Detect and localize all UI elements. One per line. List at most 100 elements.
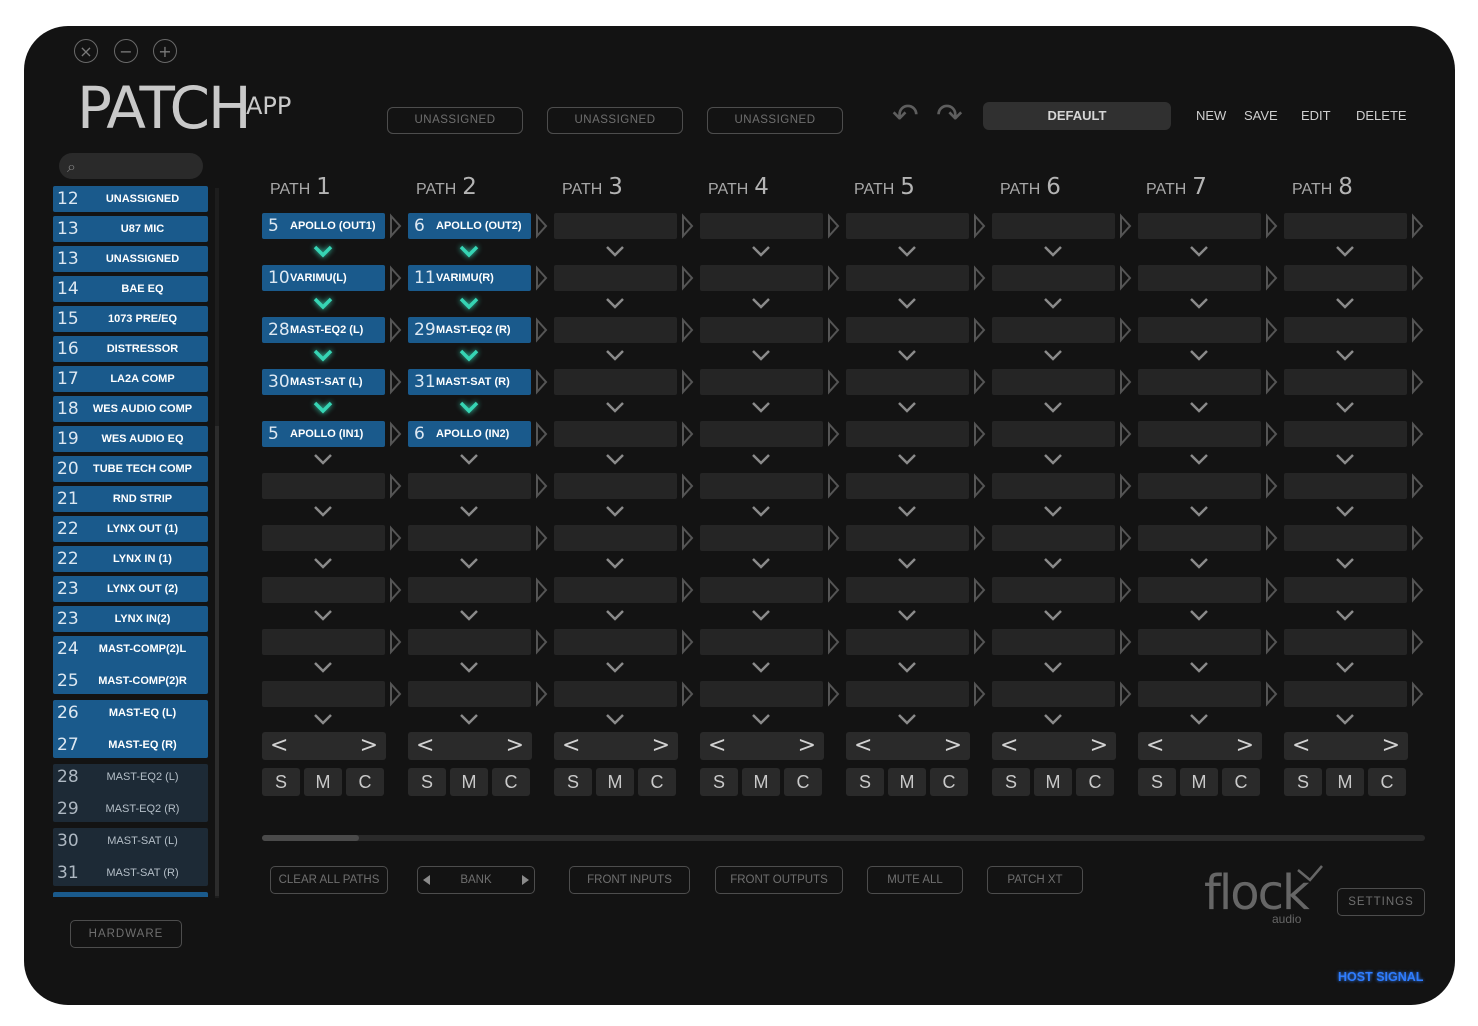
chevron-down-icon[interactable] [604,452,626,466]
edit-button[interactable]: EDIT [1301,108,1331,123]
chevron-down-icon[interactable] [1334,348,1356,362]
path-slot[interactable] [1138,421,1261,447]
chevron-down-icon[interactable] [1042,712,1064,726]
chevron-down-icon[interactable] [312,712,334,726]
chevron-down-icon[interactable] [1334,660,1356,674]
solo-button[interactable]: S [1284,768,1322,796]
path-slot[interactable] [700,317,823,343]
path-prev-button[interactable]: < [270,732,288,760]
sidebar-item[interactable]: 20 TUBE TECH COMP [53,456,208,482]
path-slot[interactable] [554,681,677,707]
sidebar-item[interactable]: 23 LYNX OUT (2) [53,576,208,602]
sidebar-item[interactable]: 24 MAST-COMP(2)L [53,636,208,662]
chevron-down-icon[interactable] [458,556,480,570]
path-slot[interactable] [992,473,1115,499]
path-slot[interactable]: 11 VARIMU(R) [408,265,531,291]
delete-button[interactable]: DELETE [1356,108,1407,123]
path-slot[interactable] [846,473,969,499]
chevron-down-icon[interactable] [604,244,626,258]
path-slot[interactable] [262,629,385,655]
maximize-icon[interactable]: + [153,39,177,63]
sidebar-item[interactable]: 30 MAST-SAT (L) [53,828,208,854]
chevron-down-icon[interactable] [1334,504,1356,518]
chevron-down-icon[interactable] [1188,660,1210,674]
path-slot[interactable] [1284,265,1407,291]
chevron-down-icon[interactable] [1334,244,1356,258]
path-slot[interactable]: 28 MAST-EQ2 (L) [262,317,385,343]
path-slot[interactable] [554,577,677,603]
path-slot[interactable] [700,421,823,447]
chevron-down-icon[interactable] [896,244,918,258]
preset-selector[interactable]: DEFAULT [983,102,1171,130]
chevron-down-icon[interactable] [1334,296,1356,310]
path-slot[interactable]: 5 APOLLO (IN1) [262,421,385,447]
clear-all-paths-button[interactable]: CLEAR ALL PATHS [270,866,388,894]
unassigned-button-3[interactable]: UNASSIGNED [707,107,843,134]
mute-button[interactable]: M [1034,768,1072,796]
chevron-down-icon[interactable] [604,296,626,310]
bank-next-icon[interactable] [522,875,529,885]
path-slot[interactable] [992,421,1115,447]
mute-button[interactable]: M [742,768,780,796]
path-slot[interactable] [992,629,1115,655]
clear-button[interactable]: C [930,768,968,796]
chevron-down-icon[interactable] [1188,712,1210,726]
settings-button[interactable]: SETTINGS [1337,888,1425,916]
undo-icon[interactable]: ↶ [892,96,919,134]
chevron-down-icon[interactable] [896,400,918,414]
path-slot[interactable] [1138,369,1261,395]
path-next-button[interactable]: > [944,732,962,760]
chevron-down-icon[interactable] [1334,712,1356,726]
clear-button[interactable]: C [784,768,822,796]
solo-button[interactable]: S [554,768,592,796]
chevron-down-icon[interactable] [1042,556,1064,570]
unassigned-button-2[interactable]: UNASSIGNED [547,107,683,134]
path-slot[interactable] [846,317,969,343]
chevron-down-icon[interactable] [896,452,918,466]
chevron-down-icon[interactable] [312,244,334,258]
chevron-down-icon[interactable] [750,608,772,622]
front-inputs-button[interactable]: FRONT INPUTS [569,866,690,894]
chevron-down-icon[interactable] [312,452,334,466]
chevron-down-icon[interactable] [604,348,626,362]
path-slot[interactable] [1284,317,1407,343]
path-slot[interactable] [846,213,969,239]
solo-button[interactable]: S [1138,768,1176,796]
path-slot[interactable] [700,369,823,395]
chevron-down-icon[interactable] [1042,348,1064,362]
bank-selector[interactable]: BANK [417,866,535,894]
path-prev-button[interactable]: < [1146,732,1164,760]
clear-button[interactable]: C [1368,768,1406,796]
chevron-down-icon[interactable] [1042,660,1064,674]
chevron-down-icon[interactable] [458,400,480,414]
chevron-down-icon[interactable] [458,348,480,362]
mute-button[interactable]: M [1326,768,1364,796]
chevron-down-icon[interactable] [312,504,334,518]
path-next-button[interactable]: > [652,732,670,760]
path-slot[interactable] [992,213,1115,239]
minimize-icon[interactable]: − [114,39,138,63]
path-slot[interactable] [408,681,531,707]
chevron-down-icon[interactable] [750,556,772,570]
solo-button[interactable]: S [700,768,738,796]
path-slot[interactable] [1138,213,1261,239]
chevron-down-icon[interactable] [896,504,918,518]
path-slot[interactable] [554,213,677,239]
path-slot[interactable] [554,629,677,655]
front-outputs-button[interactable]: FRONT OUTPUTS [715,866,843,894]
mute-all-button[interactable]: MUTE ALL [867,866,963,894]
path-slot[interactable] [1284,629,1407,655]
close-icon[interactable]: × [74,39,98,63]
chevron-down-icon[interactable] [458,712,480,726]
chevron-down-icon[interactable] [896,660,918,674]
bank-prev-icon[interactable] [423,875,430,885]
path-slot[interactable] [846,681,969,707]
mute-button[interactable]: M [450,768,488,796]
sidebar-item[interactable]: 28 MAST-EQ2 (L) [53,764,208,790]
path-slot[interactable] [846,629,969,655]
sidebar-item[interactable]: 14 BAE EQ [53,276,208,302]
clear-button[interactable]: C [1222,768,1260,796]
chevron-down-icon[interactable] [1334,556,1356,570]
chevron-down-icon[interactable] [896,608,918,622]
chevron-down-icon[interactable] [896,556,918,570]
